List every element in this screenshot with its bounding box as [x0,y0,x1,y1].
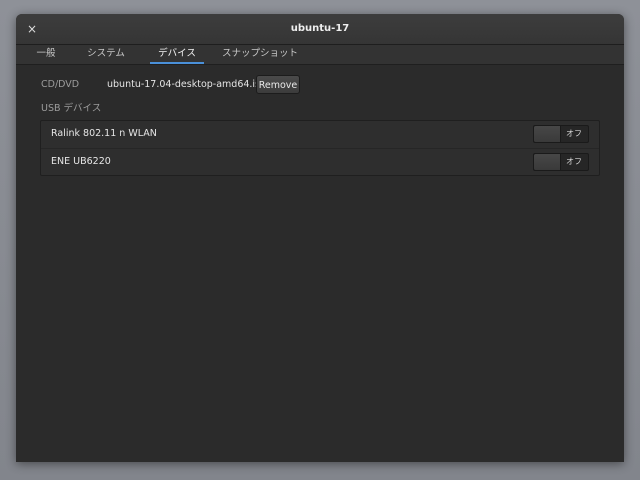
toggle-knob[interactable] [534,154,561,170]
tab-bar: 一般 システム デバイス スナップショット [16,45,624,65]
toggle-state: オフ [566,157,582,166]
tab-snapshots[interactable]: スナップショット [220,45,300,64]
remove-button[interactable]: Remove [256,75,300,94]
usb-device-name: ENE UB6220 [51,156,111,167]
cdrom-value: ubuntu-17.04-desktop-amd64.iso [107,79,266,90]
usb-devices-label: USB デバイス [41,103,102,114]
usb-device-toggle[interactable]: オフ [533,125,589,143]
tab-system[interactable]: システム [82,45,130,64]
toggle-state: オフ [566,129,582,138]
usb-device-row: Ralink 802.11 n WLAN オフ [41,121,599,147]
desktop: × ubuntu-17 一般 システム デバイス スナップショット CD/DVD… [0,0,640,480]
boxes-properties-window: × ubuntu-17 一般 システム デバイス スナップショット CD/DVD… [16,14,624,462]
cdrom-label: CD/DVD [41,79,80,90]
devices-page: CD/DVD ubuntu-17.04-desktop-amd64.iso Re… [16,65,624,462]
usb-device-row: ENE UB6220 オフ [41,148,599,175]
toggle-knob[interactable] [534,126,561,142]
titlebar: × ubuntu-17 [16,14,624,45]
usb-device-list: Ralink 802.11 n WLAN オフ ENE UB6220 オフ [40,120,600,176]
usb-device-name: Ralink 802.11 n WLAN [51,128,157,139]
window-title: ubuntu-17 [290,23,350,34]
usb-device-toggle[interactable]: オフ [533,153,589,171]
tab-devices[interactable]: デバイス [150,45,204,64]
tab-general[interactable]: 一般 [28,45,64,64]
